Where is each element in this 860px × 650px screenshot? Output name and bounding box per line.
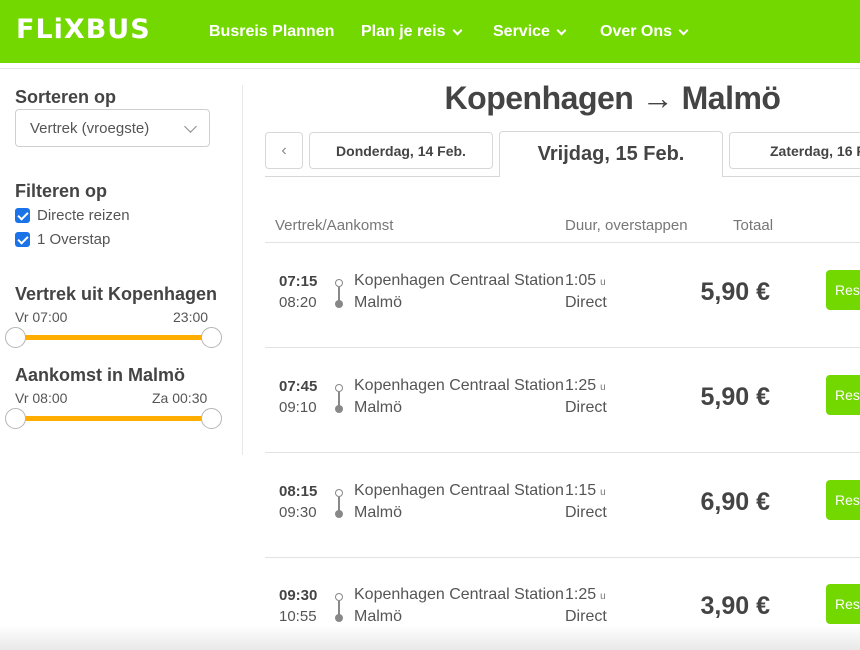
chevron-down-icon [556,25,567,35]
arrival-min-label: Vr 08:00 [15,390,68,406]
column-header-departure-arrival: Vertrek/Aankomst [275,217,394,234]
filter-direct-trips[interactable]: Directe reizen [15,207,130,224]
transfer-info: Direct [565,504,607,521]
duration-unit: u [600,277,606,288]
flixbus-logo[interactable]: FLiXBUS [16,14,151,45]
arrival-station: Malmö [354,608,403,625]
arrival-station: Malmö [354,504,403,521]
sort-selected-value: Vertrek (vroegste) [30,119,150,137]
departure-station: Kopenhagen Centraal Station [354,482,564,499]
date-tab-label: Donderdag, 14 Feb. [336,142,466,159]
arrival-slider-max-handle[interactable] [201,408,222,429]
filter-label: 1 Overstap [37,231,111,248]
sidebar-divider [242,85,243,455]
transfer-info: Direct [565,294,607,311]
filter-one-transfer[interactable]: 1 Overstap [15,231,110,248]
ride-price: 3,90 € [700,592,770,620]
ride-row[interactable]: 07:15 08:20 Kopenhagen Centraal Station … [265,243,860,347]
departure-station: Kopenhagen Centraal Station [354,377,564,394]
reserve-button[interactable]: Reserveren [826,480,860,520]
departure-station: Kopenhagen Centraal Station [354,586,564,603]
reserve-button[interactable]: Reserveren [826,375,860,415]
departure-slider-max-handle[interactable] [201,327,222,348]
date-tab-label: Zaterdag, 16 Feb. [770,142,860,159]
nav-label: Over Ons [600,23,673,40]
trip-duration: 1:15 u [565,482,606,500]
checkbox-checked-icon[interactable] [15,208,30,223]
bottom-fade [0,625,860,650]
duration-unit: u [600,487,606,498]
departure-time: 07:45 [279,378,318,395]
header-divider [0,63,860,69]
departure-time: 07:15 [279,273,318,290]
reserve-button[interactable]: Reserveren [826,584,860,624]
checkbox-checked-icon[interactable] [15,232,30,247]
departure-max-label: 23:00 [173,309,209,325]
duration-value: 1:25 [565,377,597,394]
chevron-down-icon [678,25,689,35]
date-tab-label: Vrijdag, 15 Feb. [537,143,685,165]
duration-unit: u [600,591,606,602]
duration-value: 1:25 [565,586,597,603]
ride-price: 6,90 € [700,488,770,516]
nav-over-ons[interactable]: Over Ons [600,23,689,41]
ride-row[interactable]: 07:45 09:10 Kopenhagen Centraal Station … [265,348,860,452]
nav-label: Service [493,23,550,40]
transfer-info: Direct [565,608,607,625]
trip-duration: 1:25 u [565,586,606,604]
date-tab-next[interactable]: Zaterdag, 16 Feb. [729,132,860,169]
date-tab-prev[interactable]: Donderdag, 14 Feb. [309,132,493,169]
duration-unit: u [600,382,606,393]
arrival-station: Malmö [354,399,403,416]
departure-time-slider[interactable] [5,327,222,348]
departure-time: 08:15 [279,483,318,500]
arrival-max-label: Za 00:30 [152,390,208,406]
top-navigation-bar: FLiXBUS Busreis Plannen Plan je reis Ser… [0,0,860,63]
route-title: Kopenhagen → Malmö [444,80,781,116]
departure-time: 09:30 [279,587,318,604]
trip-duration: 1:25 u [565,377,606,395]
chevron-down-icon [452,25,462,35]
date-tab-active[interactable]: Vrijdag, 15 Feb. [499,131,723,177]
arrival-station: Malmö [354,294,403,311]
sort-select[interactable]: Vertrek (vroegste) [15,109,210,147]
reserve-button[interactable]: Reserveren [826,270,860,310]
arrival-time: 09:10 [279,399,317,416]
departure-station: Kopenhagen Centraal Station [354,272,564,289]
nav-plan-je-reis[interactable]: Plan je reis [361,23,462,41]
nav-service[interactable]: Service [493,23,567,41]
route-line-icon [334,593,344,623]
departure-min-label: Vr 07:00 [15,309,68,325]
previous-date-button[interactable]: ‹ [265,132,303,169]
filter-title: Filteren op [15,181,108,201]
nav-label: Busreis Plannen [209,23,335,40]
ride-price: 5,90 € [700,383,770,411]
nav-label: Plan je reis [361,23,446,40]
departure-filter-title: Vertrek uit Kopenhagen [15,284,218,304]
route-line-icon [334,489,344,519]
nav-busreis-plannen[interactable]: Busreis Plannen [209,23,334,41]
departure-slider-min-handle[interactable] [5,327,26,348]
arrival-time: 09:30 [279,504,317,521]
arrival-filter-title: Aankomst in Malmö [15,365,186,385]
transfer-info: Direct [565,399,607,416]
ride-price: 5,90 € [700,278,770,306]
chevron-left-icon: ‹ [281,141,287,159]
arrival-time: 08:20 [279,294,317,311]
arrival-time: 10:55 [279,608,317,625]
column-header-duration: Duur, overstappen [565,217,688,234]
arrival-slider-min-handle[interactable] [5,408,26,429]
route-line-icon [334,279,344,309]
duration-value: 1:15 [565,482,597,499]
trip-duration: 1:05 u [565,272,606,290]
duration-value: 1:05 [565,272,597,289]
sort-title: Sorteren op [15,87,117,107]
chevron-down-icon [184,120,197,133]
column-header-total: Totaal [733,217,774,234]
filter-label: Directe reizen [37,207,130,224]
arrival-time-slider[interactable] [5,408,222,429]
route-line-icon [334,384,344,414]
ride-row[interactable]: 08:15 09:30 Kopenhagen Centraal Station … [265,453,860,557]
